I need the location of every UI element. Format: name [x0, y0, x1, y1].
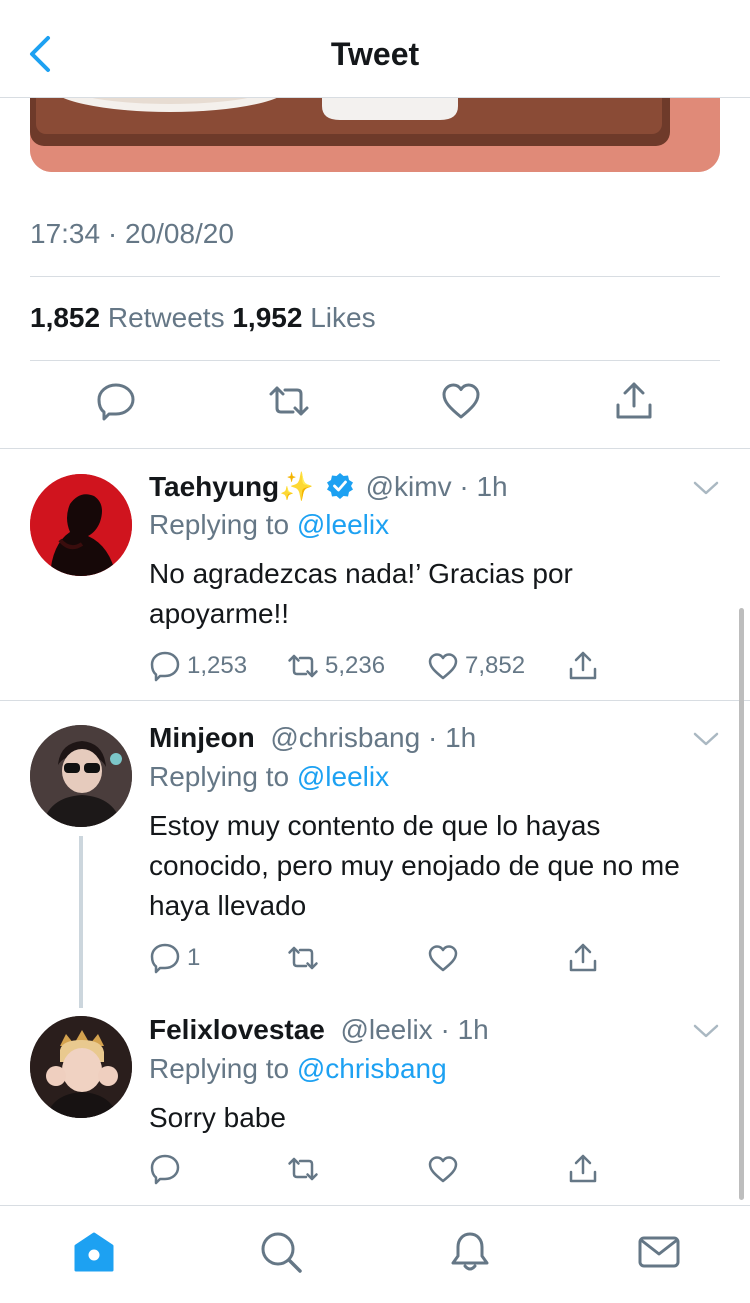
replying-label: Replying to — [149, 1053, 290, 1084]
home-icon[interactable] — [72, 1230, 116, 1274]
chevron-down-icon[interactable] — [692, 478, 720, 498]
avatar-taehyung[interactable] — [30, 474, 132, 576]
retweet-label[interactable]: Retweets — [108, 302, 225, 333]
reply-icon — [150, 651, 180, 682]
avatar-minjeon[interactable] — [30, 725, 132, 827]
reply-time: 1h — [476, 471, 508, 502]
mention-link[interactable]: @leelix — [297, 509, 389, 540]
reply-button[interactable] — [149, 1151, 187, 1187]
chevron-down-icon[interactable] — [692, 1021, 720, 1041]
reply-actions: 1,253 5,236 7,852 — [149, 648, 619, 684]
divider — [30, 276, 720, 277]
avatar-photo — [30, 1016, 132, 1118]
divider — [0, 700, 750, 701]
retweet-button[interactable] — [287, 940, 325, 976]
retweet-icon — [288, 1157, 318, 1181]
like-heart-icon[interactable] — [440, 380, 482, 422]
sparkles-emoji: ✨ — [279, 471, 315, 502]
share-button[interactable] — [567, 1151, 605, 1187]
like-button[interactable] — [427, 1151, 465, 1187]
like-heart-icon — [428, 945, 458, 972]
mention-link[interactable]: @chrisbang — [297, 1053, 447, 1084]
handle[interactable]: @kimv — [366, 471, 452, 502]
like-heart-icon — [428, 653, 458, 680]
retweet-count: 5,236 — [325, 652, 386, 679]
display-name[interactable]: Felixlovestae — [149, 1014, 325, 1045]
retweet-icon — [288, 654, 318, 678]
avatar-photo — [30, 474, 132, 576]
like-count[interactable]: 1,952 — [232, 302, 302, 333]
reply-header: Taehyung✨ @kimv · 1h — [149, 471, 508, 502]
replying-label: Replying to — [149, 761, 290, 792]
share-button[interactable] — [567, 940, 605, 976]
tweet-actions — [0, 380, 750, 428]
top-bar: Tweet — [0, 0, 750, 98]
thread-connector-line — [79, 836, 83, 1008]
mail-icon[interactable] — [637, 1230, 681, 1274]
retweet-icon[interactable] — [268, 380, 310, 422]
tweet-timestamp: 17:34 · 20/08/20 — [30, 218, 234, 249]
divider — [30, 360, 720, 361]
display-name[interactable]: Minjeon — [149, 722, 255, 753]
reply-icon[interactable] — [95, 380, 137, 422]
reply-header: Minjeon @chrisbang · 1h — [149, 722, 477, 753]
like-count: 7,852 — [465, 652, 526, 679]
retweet-icon — [288, 946, 318, 970]
retweet-count[interactable]: 1,852 — [30, 302, 100, 333]
replying-to: Replying to @leelix — [149, 761, 389, 793]
avatar-photo — [30, 725, 132, 827]
replying-to: Replying to @chrisbang — [149, 1053, 447, 1085]
bottom-tab-bar — [0, 1205, 750, 1303]
like-button[interactable]: 7,852 — [427, 648, 525, 684]
avatar-felixlovestae[interactable] — [30, 1016, 132, 1118]
retweet-button[interactable] — [287, 1151, 325, 1187]
reply-text: Estoy muy contento de que lo hayas conoc… — [149, 810, 680, 921]
reply-text: No agradezcas nada!’ Gracias por apoyarm… — [149, 558, 573, 629]
like-label[interactable]: Likes — [310, 302, 375, 333]
scrollbar[interactable] — [739, 608, 744, 1200]
reply-count: 1 — [187, 944, 201, 971]
reply-actions — [149, 1151, 619, 1187]
share-icon[interactable] — [613, 380, 655, 422]
handle[interactable]: @leelix — [340, 1014, 432, 1045]
reply-actions: 1 — [149, 940, 619, 976]
retweet-button[interactable]: 5,236 — [287, 648, 385, 684]
share-icon — [569, 943, 597, 972]
share-icon — [569, 1154, 597, 1183]
reply-button[interactable]: 1,253 — [149, 648, 247, 684]
page-title: Tweet — [330, 36, 420, 72]
share-button[interactable] — [567, 648, 605, 684]
mention-link[interactable]: @leelix — [297, 761, 389, 792]
reply-header: Felixlovestae @leelix · 1h — [149, 1014, 489, 1045]
reply-icon — [150, 943, 180, 974]
handle[interactable]: @chrisbang — [270, 722, 420, 753]
search-icon[interactable] — [259, 1230, 303, 1274]
reply-time: 1h — [445, 722, 477, 753]
replying-label: Replying to — [149, 509, 290, 540]
reply-icon — [150, 1154, 180, 1185]
verified-badge-icon — [326, 473, 353, 499]
reply-button[interactable]: 1 — [149, 940, 200, 976]
divider — [0, 448, 750, 449]
bell-icon[interactable] — [448, 1230, 492, 1274]
reply-time: 1h — [457, 1014, 489, 1045]
chevron-down-icon[interactable] — [692, 729, 720, 749]
tweet-stats: 1,852 Retweets 1,952 Likes — [30, 302, 376, 334]
reply-count: 1,253 — [187, 652, 248, 679]
like-button[interactable] — [427, 940, 465, 976]
display-name[interactable]: Taehyung — [149, 471, 279, 502]
share-icon — [569, 651, 597, 680]
like-heart-icon — [428, 1156, 458, 1183]
reply-text: Sorry babe — [149, 1102, 286, 1133]
replying-to: Replying to @leelix — [149, 509, 389, 541]
